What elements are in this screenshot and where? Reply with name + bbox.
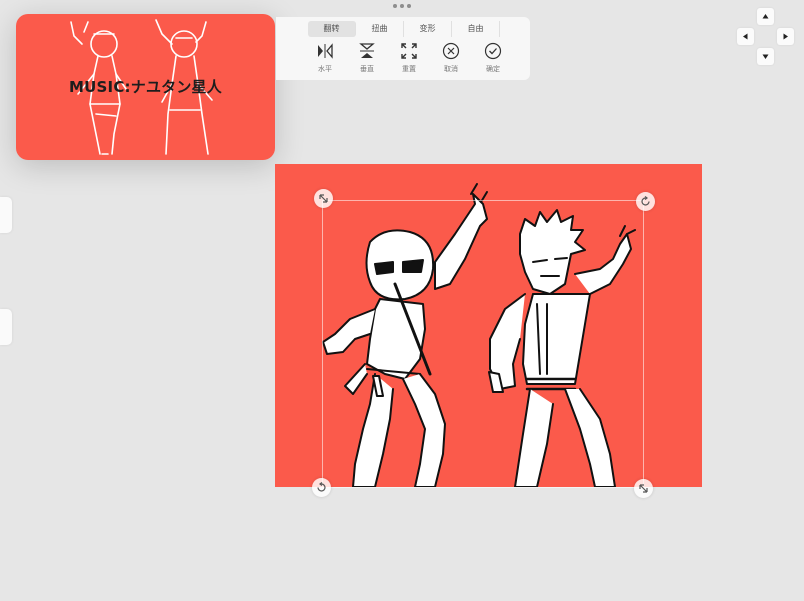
flip-horizontal-icon (318, 43, 333, 59)
nudge-left-button[interactable] (737, 28, 754, 45)
scale-handle-top-left[interactable] (314, 189, 333, 208)
rotate-icon (317, 482, 326, 492)
flip-horizontal-button[interactable]: 水平 (304, 42, 346, 74)
tool-label: 确定 (486, 65, 500, 73)
resize-diagonal-icon (639, 484, 648, 493)
cancel-x-icon (442, 42, 460, 60)
tab-distort[interactable]: 扭曲 (356, 21, 404, 37)
top-drag-handle[interactable] (393, 4, 411, 10)
arrow-left-icon (743, 33, 748, 40)
tool-label: 取消 (444, 65, 458, 73)
flip-vertical-button[interactable]: 垂直 (346, 42, 388, 74)
nudge-right-button[interactable] (777, 28, 794, 45)
video-preview[interactable]: MUSIC:ナユタン星人 (16, 14, 275, 160)
selection-bounding-box[interactable] (322, 200, 644, 488)
preview-title: MUSIC:ナユタン星人 (69, 78, 222, 96)
tool-label: 垂直 (360, 65, 374, 73)
nudge-up-button[interactable] (757, 8, 774, 25)
confirm-button[interactable]: 确定 (472, 42, 514, 74)
scale-handle-bottom-right[interactable] (634, 479, 653, 498)
tool-label: 水平 (318, 65, 332, 73)
flip-vertical-icon (359, 43, 375, 58)
arrow-down-icon (762, 54, 769, 59)
resize-diagonal-icon (319, 194, 328, 203)
reset-button[interactable]: 重置 (388, 42, 430, 74)
confirm-check-icon (484, 42, 502, 60)
tool-row: 水平 垂直 重置 取消 确定 (304, 42, 514, 74)
tool-label: 重置 (402, 65, 416, 73)
rotate-handle-bottom-left[interactable] (312, 478, 331, 497)
arrow-right-icon (783, 33, 788, 40)
tab-flip[interactable]: 翻转 (308, 21, 356, 37)
transform-toolbar: 翻转 扭曲 变形 自由 水平 垂直 重置 取消 确定 (276, 17, 530, 80)
nudge-down-button[interactable] (757, 48, 774, 65)
nudge-dpad (737, 8, 794, 65)
arrow-up-icon (762, 14, 769, 19)
tab-transform[interactable]: 变形 (404, 21, 452, 37)
tab-free[interactable]: 自由 (452, 21, 500, 37)
side-panel-tab-lower[interactable] (0, 309, 12, 345)
transform-tabs: 翻转 扭曲 变形 自由 (308, 21, 500, 37)
cancel-button[interactable]: 取消 (430, 42, 472, 74)
side-panel-tab-upper[interactable] (0, 197, 12, 233)
expand-reset-icon (401, 43, 417, 59)
rotate-handle-top-right[interactable] (636, 192, 655, 211)
rotate-icon (641, 196, 650, 206)
